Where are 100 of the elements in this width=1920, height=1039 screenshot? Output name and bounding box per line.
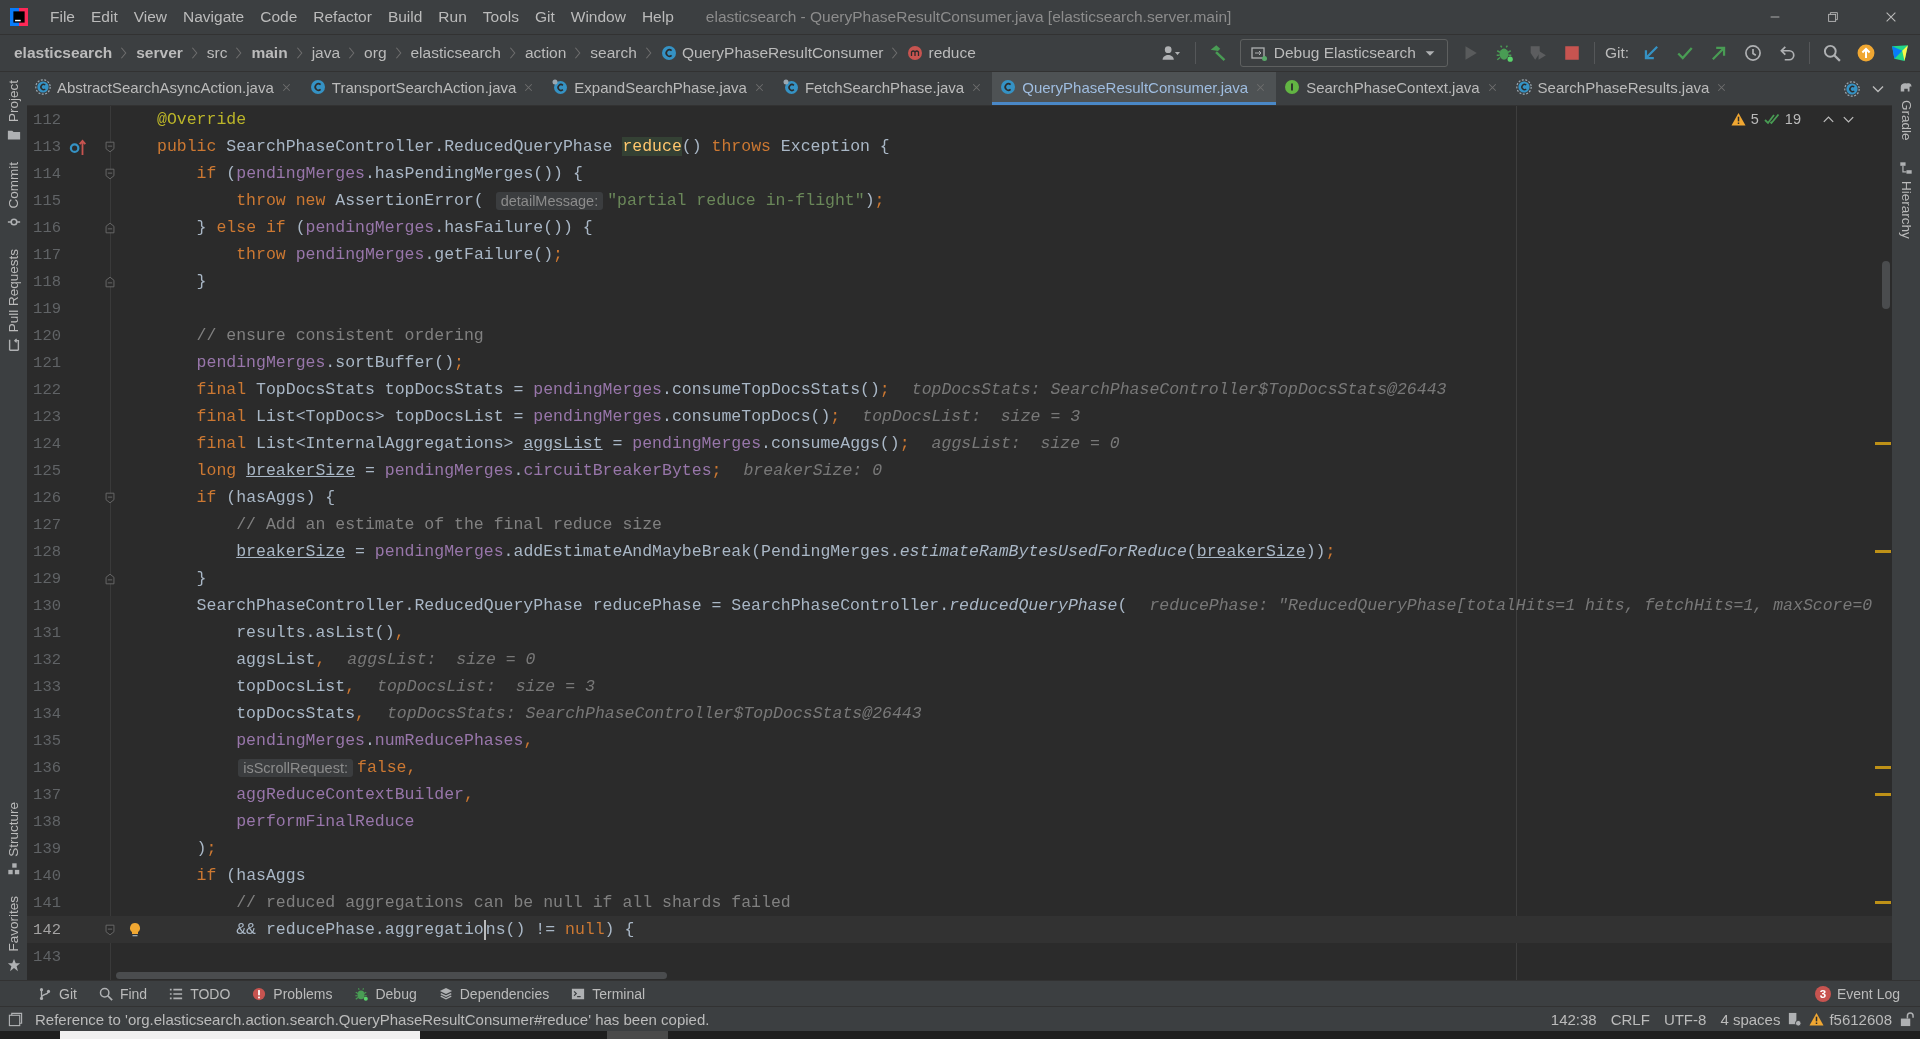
class-icon[interactable] — [1844, 80, 1860, 97]
breadcrumb-item[interactable]: QueryPhaseResultConsumer — [660, 44, 884, 62]
tool-window-button[interactable]: Pull Requests — [0, 246, 27, 354]
class-icon — [782, 79, 799, 95]
inline-value-hint: aggsList: size = 0 — [347, 650, 536, 669]
line-number: 136 — [32, 758, 61, 777]
menu-item[interactable]: File — [42, 8, 83, 26]
editor-tab[interactable]: TransportSearchAction.java — [301, 72, 545, 105]
line-number: 135 — [32, 731, 61, 750]
fold-icon[interactable] — [103, 490, 117, 505]
fold-icon[interactable] — [103, 139, 117, 154]
code-line: aggReduceContextBuilder, — [235, 785, 474, 804]
breadcrumb-item[interactable]: elasticsearch — [14, 44, 113, 62]
vertical-scrollbar-thumb[interactable] — [1882, 261, 1890, 309]
menu-item[interactable]: View — [125, 8, 176, 26]
panel-toggle-icon[interactable] — [8, 1011, 23, 1027]
editor-tab[interactable]: AbstractSearchAsyncAction.java — [27, 72, 302, 105]
breadcrumb-item[interactable]: action — [524, 44, 567, 62]
check-icon[interactable] — [1763, 111, 1780, 127]
tool-window-button[interactable]: Project — [0, 78, 27, 145]
tool-window-button[interactable]: Debug — [354, 985, 417, 1002]
fold-icon[interactable] — [103, 571, 117, 586]
fold-icon[interactable] — [103, 274, 117, 289]
status-bar-item[interactable]: 4 spaces — [1713, 1010, 1788, 1028]
fold-icon[interactable] — [103, 220, 117, 235]
menu-item[interactable]: Run — [430, 8, 475, 26]
status-bar-item[interactable]: UTF-8 — [1656, 1010, 1714, 1028]
breadcrumb-item[interactable]: main — [251, 44, 288, 62]
editor-tab[interactable]: ExpandSearchPhase.java — [544, 72, 775, 105]
breadcrumb-item[interactable]: reduce — [907, 44, 976, 62]
tool-window-button[interactable]: TODO — [169, 985, 231, 1002]
tool-window-button[interactable]: Commit — [0, 160, 27, 231]
fold-icon[interactable] — [103, 166, 117, 181]
code-line: } — [195, 272, 207, 291]
tool-window-button[interactable]: Event Log — [1836, 985, 1900, 1002]
menu-item[interactable]: Tools — [474, 8, 527, 26]
menu-item[interactable]: Help — [633, 8, 682, 26]
indent-settings-icon[interactable] — [1787, 1011, 1803, 1027]
status-bar-item[interactable]: CRLF — [1603, 1010, 1657, 1028]
menu-item[interactable]: Edit — [83, 8, 126, 26]
line-number: 128 — [32, 542, 61, 561]
tool-window-button[interactable]: Gradle — [1892, 78, 1920, 143]
restore-icon[interactable] — [1826, 10, 1840, 24]
menu-item[interactable]: Code — [252, 8, 306, 26]
close-icon[interactable] — [1884, 10, 1898, 24]
editor-tab[interactable]: SearchPhaseContext.java — [1276, 72, 1508, 105]
tool-window-button[interactable]: Terminal — [571, 985, 646, 1002]
warning-count[interactable]: 5 — [1750, 111, 1759, 127]
class-icon — [1515, 79, 1532, 95]
code-line: throw pendingMerges.getFailure(); — [235, 245, 563, 264]
code-line: } else if (pendingMerges.hasFailure()) { — [195, 218, 593, 237]
breadcrumb-item[interactable]: java — [311, 44, 341, 62]
horizontal-scrollbar-thumb[interactable] — [116, 971, 667, 979]
weak-warning-count[interactable]: 19 — [1784, 111, 1801, 127]
inline-value-hint: aggsList: size = 0 — [931, 434, 1120, 453]
editor-tab[interactable]: FetchSearchPhase.java — [774, 72, 993, 105]
breadcrumb-item[interactable]: search — [590, 44, 637, 62]
tool-window-button[interactable]: Problems — [252, 985, 333, 1002]
code-line: breakerSize = pendingMerges.addEstimateAndMaybeBreak(PendingMerges.estimateRamBytesUsedForReduce(breakerSize)); — [235, 542, 1336, 561]
menu-item[interactable]: Refactor — [305, 8, 380, 26]
code-line: topDocsList, — [235, 677, 356, 696]
breadcrumb-item[interactable]: src — [206, 44, 228, 62]
tool-window-button[interactable]: Git — [38, 985, 77, 1002]
warning-icon[interactable] — [1730, 111, 1746, 127]
status-bar-item[interactable]: 142:38 — [1543, 1010, 1604, 1028]
vcs-status-item[interactable]: f5612608 — [1802, 1010, 1899, 1028]
tool-window-button[interactable]: Hierarchy — [1892, 158, 1920, 241]
breadcrumb-item[interactable]: server — [136, 44, 183, 62]
line-number: 123 — [32, 407, 61, 426]
tool-window-button[interactable]: Structure — [0, 799, 27, 879]
pull-request-icon — [6, 337, 21, 352]
line-number: 143 — [32, 947, 61, 966]
inline-value-hint: topDocsList: size = 3 — [377, 677, 595, 696]
override-icon[interactable] — [69, 137, 87, 156]
breadcrumb-item[interactable]: org — [364, 44, 387, 62]
lightbulb-icon[interactable] — [127, 921, 143, 938]
run-configuration-dropdown[interactable]: Debug Elasticsearch — [1239, 39, 1448, 67]
tool-window-button[interactable]: Dependencies — [438, 985, 550, 1002]
search-icon — [98, 986, 113, 1001]
class-icon — [660, 45, 677, 61]
inline-value-hint: reducePhase: "ReducedQueryPhase[totalHits=1 hits, fetchHits=1, maxScore=0 — [1149, 596, 1873, 615]
lock-icon[interactable] — [1899, 1011, 1914, 1027]
editor-tab[interactable]: QueryPhaseResultConsumer.java — [992, 72, 1277, 105]
menu-item[interactable]: Git — [526, 8, 563, 26]
menu-item[interactable]: Build — [379, 8, 431, 26]
line-number: 114 — [32, 164, 61, 183]
tool-window-button[interactable]: Find — [98, 985, 148, 1002]
line-number: 130 — [32, 596, 61, 615]
line-number: 126 — [32, 488, 61, 507]
breadcrumb-item[interactable]: elasticsearch — [410, 44, 501, 62]
menu-item[interactable]: Navigate — [175, 8, 253, 26]
fold-icon[interactable] — [103, 922, 117, 937]
menu-item[interactable]: Window — [562, 8, 634, 26]
code-line: pendingMerges.numReducePhases, — [235, 731, 534, 750]
tool-window-button[interactable]: Favorites — [0, 894, 27, 974]
line-number: 119 — [32, 299, 61, 318]
line-number: 138 — [32, 812, 61, 831]
code-line: if (hasAggs — [195, 866, 306, 885]
error-icon — [252, 986, 267, 1001]
editor-tab[interactable]: SearchPhaseResults.java — [1507, 72, 1738, 105]
